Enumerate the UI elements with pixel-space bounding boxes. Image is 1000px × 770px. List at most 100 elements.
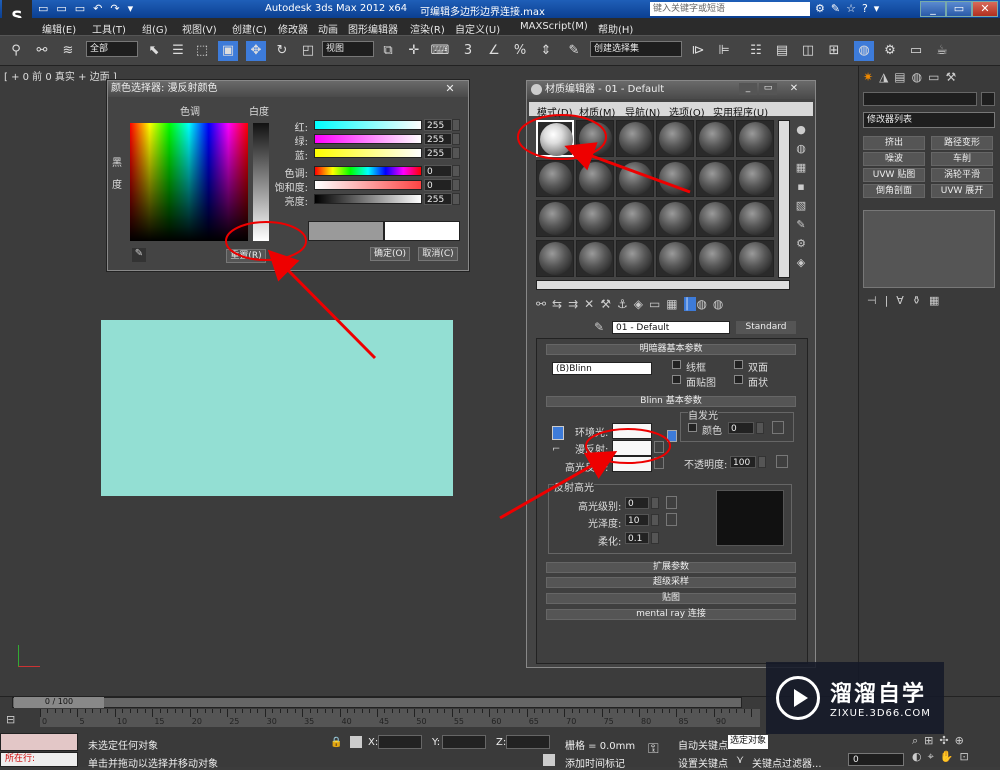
- time-tag-icon[interactable]: [543, 754, 555, 766]
- opacity-map-button[interactable]: [776, 455, 788, 468]
- key-filters-button[interactable]: 关键点过滤器...: [752, 755, 822, 770]
- self-illum-map-button[interactable]: [772, 421, 784, 434]
- menu-views[interactable]: 视图(V): [182, 21, 217, 36]
- key-icon[interactable]: ⚿: [648, 741, 659, 757]
- auto-key-button[interactable]: 自动关键点: [678, 737, 728, 752]
- track-bar[interactable]: 0 5 10 15 20 25 30 35 40 45 50 55 60 65 70 75 80 85 90: [40, 709, 760, 727]
- saturation-value[interactable]: 0: [424, 179, 452, 191]
- soften-value[interactable]: 0.1: [625, 532, 649, 544]
- menu-material[interactable]: 材质(M): [579, 104, 615, 119]
- specular-map-button[interactable]: [654, 457, 664, 469]
- sample-slot[interactable]: [656, 240, 694, 277]
- hue-spinner[interactable]: [452, 165, 460, 177]
- green-spinner[interactable]: [452, 133, 460, 145]
- infocenter-icons[interactable]: ⚙✎☆?▾: [815, 2, 885, 15]
- glossiness-spinner[interactable]: [651, 514, 659, 526]
- value-value[interactable]: 255: [424, 193, 452, 205]
- percent-snap-icon[interactable]: %: [510, 41, 530, 61]
- select-by-name-icon[interactable]: ☰: [168, 41, 188, 61]
- keyboard-shortcut-icon[interactable]: ⌨: [430, 41, 450, 61]
- lock-ambient-diffuse-icon[interactable]: [552, 426, 564, 440]
- sample-slot[interactable]: [576, 160, 614, 197]
- glossiness-value[interactable]: 10: [625, 514, 649, 526]
- red-value[interactable]: 255: [424, 119, 452, 131]
- named-selection-select[interactable]: 创建选择集: [590, 41, 682, 57]
- menu-animation[interactable]: 动画: [318, 21, 338, 36]
- sample-slot[interactable]: [736, 120, 774, 157]
- set-key-button[interactable]: 设置关键点: [678, 755, 728, 770]
- sample-slot[interactable]: [536, 240, 574, 277]
- menu-modifiers[interactable]: 修改器: [278, 21, 308, 36]
- sample-slot[interactable]: [696, 120, 734, 157]
- saturation-slider[interactable]: [314, 180, 422, 190]
- graphite-icon[interactable]: ▤: [772, 41, 792, 61]
- opacity-value[interactable]: 100: [730, 456, 756, 468]
- side-tools[interactable]: ● ◍ ▦ ▪ ▧ ✎ ⚙ ◈: [793, 120, 809, 290]
- quick-access-icons[interactable]: ▭▭▭↶↷▾: [38, 2, 141, 15]
- angle-snap-icon[interactable]: ∠: [484, 41, 504, 61]
- close-icon[interactable]: ✕: [785, 83, 803, 95]
- close-button[interactable]: ✕: [972, 1, 998, 17]
- diffuse-map-button[interactable]: [654, 441, 664, 453]
- bind-spacewarp-icon[interactable]: ≋: [58, 41, 78, 61]
- stack-tools[interactable]: ⊣|∀⚱▦: [867, 294, 997, 308]
- menu-group[interactable]: 组(G): [142, 21, 168, 36]
- self-illum-spinner[interactable]: [756, 422, 764, 434]
- supersampling-rollout[interactable]: 超级采样: [546, 577, 796, 588]
- wire-checkbox[interactable]: [672, 360, 681, 369]
- close-icon[interactable]: ✕: [442, 82, 458, 95]
- menu-rendering[interactable]: 渲染(R): [410, 21, 445, 36]
- face-map-checkbox[interactable]: [672, 375, 681, 384]
- minimize-button[interactable]: _: [920, 1, 946, 17]
- red-spinner[interactable]: [452, 119, 460, 131]
- viewport-label[interactable]: [ + 0 前 0 真实 + 边面 ]: [4, 68, 117, 83]
- sample-slot[interactable]: [696, 160, 734, 197]
- modifier-stack[interactable]: [863, 210, 995, 288]
- z-field[interactable]: [506, 735, 550, 749]
- object-color-swatch[interactable]: [981, 92, 995, 106]
- ref-coord-select[interactable]: 视图: [322, 41, 374, 57]
- material-editor-icon[interactable]: ◍: [854, 41, 874, 61]
- sample-slot[interactable]: [536, 120, 574, 157]
- sample-slot[interactable]: [736, 160, 774, 197]
- pivot-icon[interactable]: ⧉: [378, 41, 398, 61]
- time-slider[interactable]: [12, 697, 742, 708]
- minimize-icon[interactable]: _: [739, 83, 757, 95]
- layer-manager-icon[interactable]: ☷: [746, 41, 766, 61]
- two-sided-checkbox[interactable]: [734, 360, 743, 369]
- menu-create[interactable]: 创建(C): [232, 21, 267, 36]
- sample-slot[interactable]: [656, 120, 694, 157]
- lock-icon[interactable]: 🔒: [330, 737, 342, 748]
- lock-diffuse-specular-icon[interactable]: ⌐: [552, 444, 564, 458]
- whiteness-bar[interactable]: [253, 123, 269, 241]
- menu-maxscript[interactable]: MAXScript(M): [520, 21, 588, 32]
- ambient-color-swatch[interactable]: [612, 423, 652, 439]
- key-mode-icon[interactable]: ⋎: [736, 753, 744, 766]
- unwrap-uvw-button[interactable]: UVW 展开: [931, 184, 993, 198]
- spec-level-spinner[interactable]: [651, 497, 659, 509]
- x-field[interactable]: [378, 735, 422, 749]
- red-slider[interactable]: [314, 120, 422, 130]
- curve-editor-mini-icon[interactable]: ⊟: [6, 713, 24, 727]
- sample-slot[interactable]: [536, 200, 574, 237]
- rotate-icon[interactable]: ↻: [272, 41, 292, 61]
- menu-navigation[interactable]: 导航(N): [625, 104, 660, 119]
- saturation-spinner[interactable]: [452, 179, 460, 191]
- material-name-field[interactable]: 01 - Default: [612, 321, 730, 334]
- link-icon[interactable]: ⚲: [6, 41, 26, 61]
- value-slider[interactable]: [314, 194, 422, 204]
- menu-edit[interactable]: 编辑(E): [42, 21, 76, 36]
- spec-level-map-button[interactable]: [666, 496, 677, 509]
- specular-color-swatch[interactable]: [612, 456, 652, 472]
- viewport-nav-icons[interactable]: ⌕⊞✣⊕ ◐⌖✋⊡: [912, 733, 998, 765]
- move-icon[interactable]: ✥: [246, 41, 266, 61]
- sample-slot[interactable]: [616, 160, 654, 197]
- green-slider[interactable]: [314, 134, 422, 144]
- shader-basic-rollout[interactable]: 明暗器基本参数: [546, 344, 796, 355]
- lathe-button[interactable]: 车削: [931, 152, 993, 166]
- menu-utilities[interactable]: 实用程序(U): [713, 104, 768, 119]
- menu-options[interactable]: 选项(O): [669, 104, 705, 119]
- diffuse-color-swatch[interactable]: [612, 440, 652, 456]
- menu-mode[interactable]: 模式(D): [537, 104, 573, 119]
- selected-select[interactable]: 选定对象: [728, 735, 768, 749]
